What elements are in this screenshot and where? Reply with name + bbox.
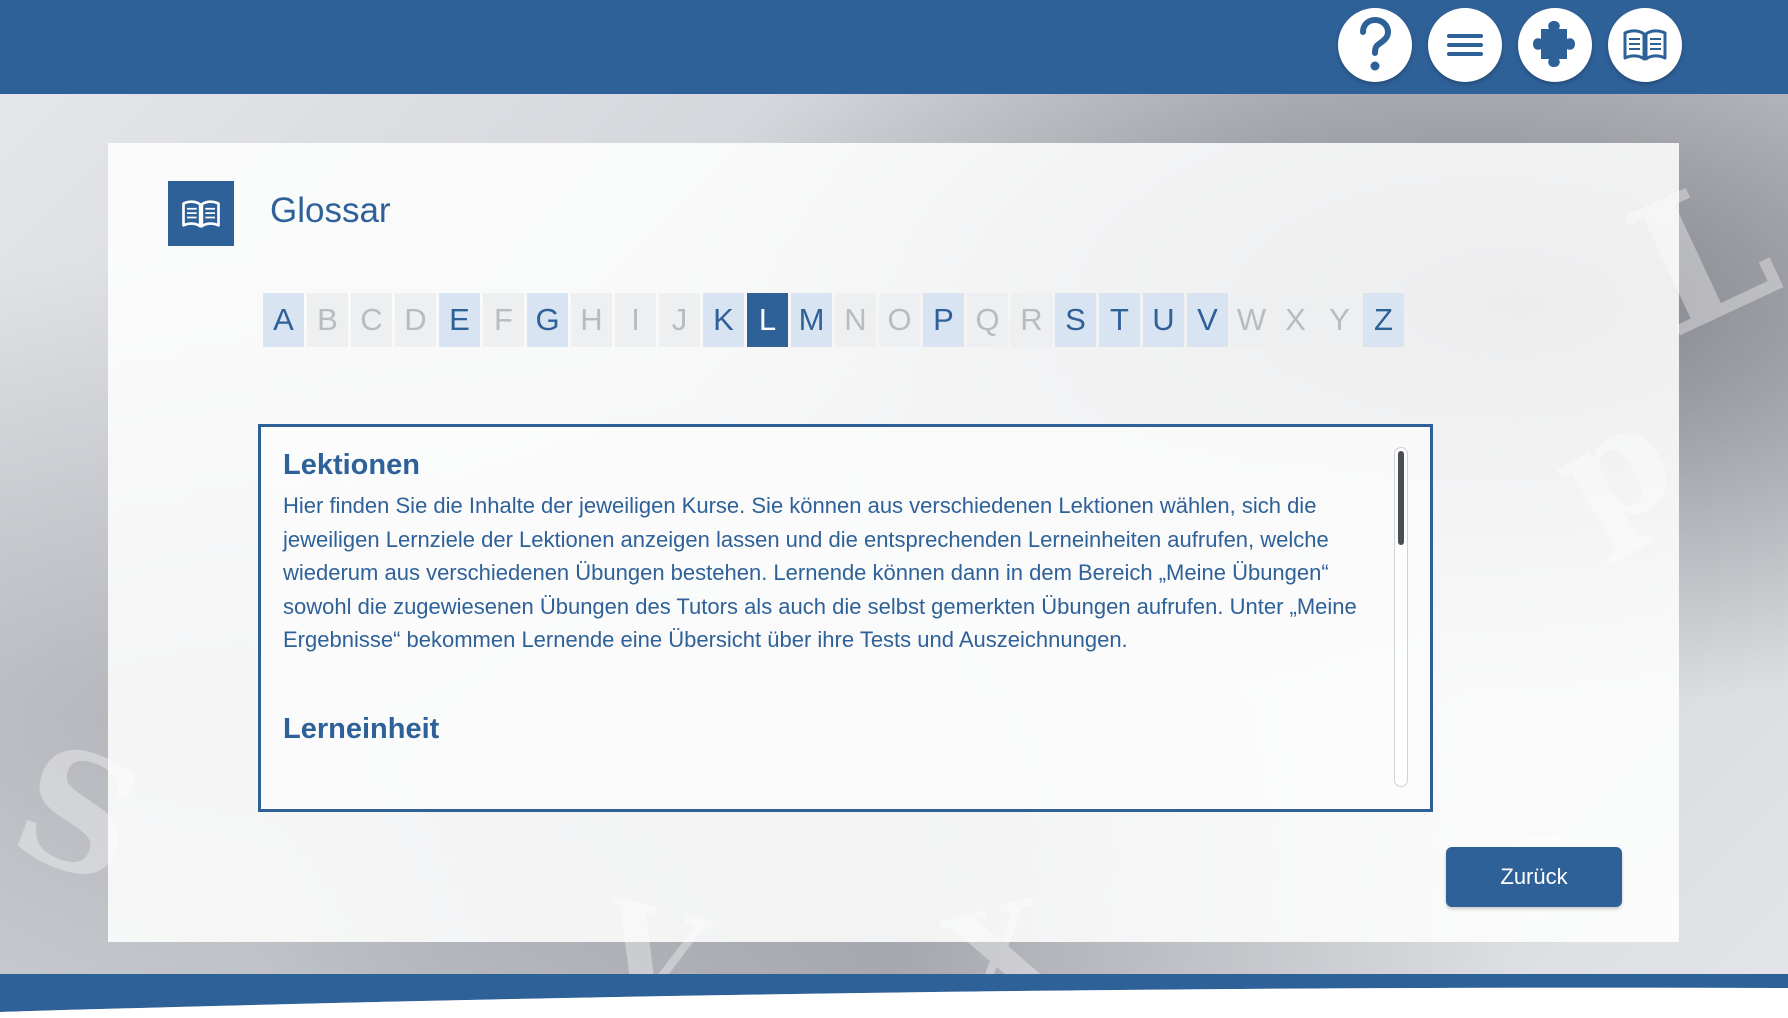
top-navigation-bar [0, 0, 1788, 94]
letter-k[interactable]: K [703, 293, 744, 347]
letter-a[interactable]: A [263, 293, 304, 347]
letter-z[interactable]: Z [1363, 293, 1404, 347]
letter-v[interactable]: V [1187, 293, 1228, 347]
scrollbar-track[interactable] [1394, 447, 1408, 787]
letter-w: W [1231, 293, 1272, 347]
back-button[interactable]: Zurück [1446, 847, 1622, 907]
letter-g[interactable]: G [527, 293, 568, 347]
letter-r: R [1011, 293, 1052, 347]
letter-i: I [615, 293, 656, 347]
letter-f: F [483, 293, 524, 347]
letter-e[interactable]: E [439, 293, 480, 347]
alphabet-filter: ABCDEFGHIJKLMNOPQRSTUVWXYZ [263, 293, 1404, 347]
glossary-button[interactable] [1608, 8, 1682, 82]
entry-title: Lektionen [283, 449, 420, 481]
letter-s[interactable]: S [1055, 293, 1096, 347]
letter-d: D [395, 293, 436, 347]
scrollbar-thumb[interactable] [1398, 451, 1404, 545]
letter-j: J [659, 293, 700, 347]
question-mark-icon [1360, 16, 1392, 71]
letter-p[interactable]: P [923, 293, 964, 347]
glossary-entries: Lektionen Hier finden Sie die Inhalte der… [283, 447, 1388, 753]
bottom-decorative-stripe [0, 974, 1788, 1018]
puzzle-piece-icon [1533, 21, 1575, 67]
puzzle-button[interactable] [1518, 8, 1592, 82]
letter-t[interactable]: T [1099, 293, 1140, 347]
page-title: Glossar [270, 191, 391, 230]
letter-o: O [879, 293, 920, 347]
letter-x: X [1275, 293, 1316, 347]
letter-u[interactable]: U [1143, 293, 1184, 347]
open-book-icon [182, 199, 220, 228]
letter-c: C [351, 293, 392, 347]
letter-h: H [571, 293, 612, 347]
menu-button[interactable] [1428, 8, 1502, 82]
help-button[interactable] [1338, 8, 1412, 82]
letter-m[interactable]: M [791, 293, 832, 347]
letter-l[interactable]: L [747, 293, 788, 347]
letter-q: Q [967, 293, 1008, 347]
letter-b: B [307, 293, 348, 347]
letter-y: Y [1319, 293, 1360, 347]
letter-n: N [835, 293, 876, 347]
entry-text: Hier finden Sie die Inhalte der jeweilig… [283, 493, 1357, 652]
entry-title: Lerneinheit [283, 712, 440, 745]
glossary-content-box[interactable]: Lektionen Hier finden Sie die Inhalte der… [258, 424, 1433, 812]
panel-header-icon [168, 181, 234, 246]
glossary-panel: Glossar ABCDEFGHIJKLMNOPQRSTUVWXYZ Lekti… [108, 143, 1679, 942]
hamburger-menu-icon [1447, 34, 1483, 56]
open-book-icon [1623, 29, 1667, 61]
